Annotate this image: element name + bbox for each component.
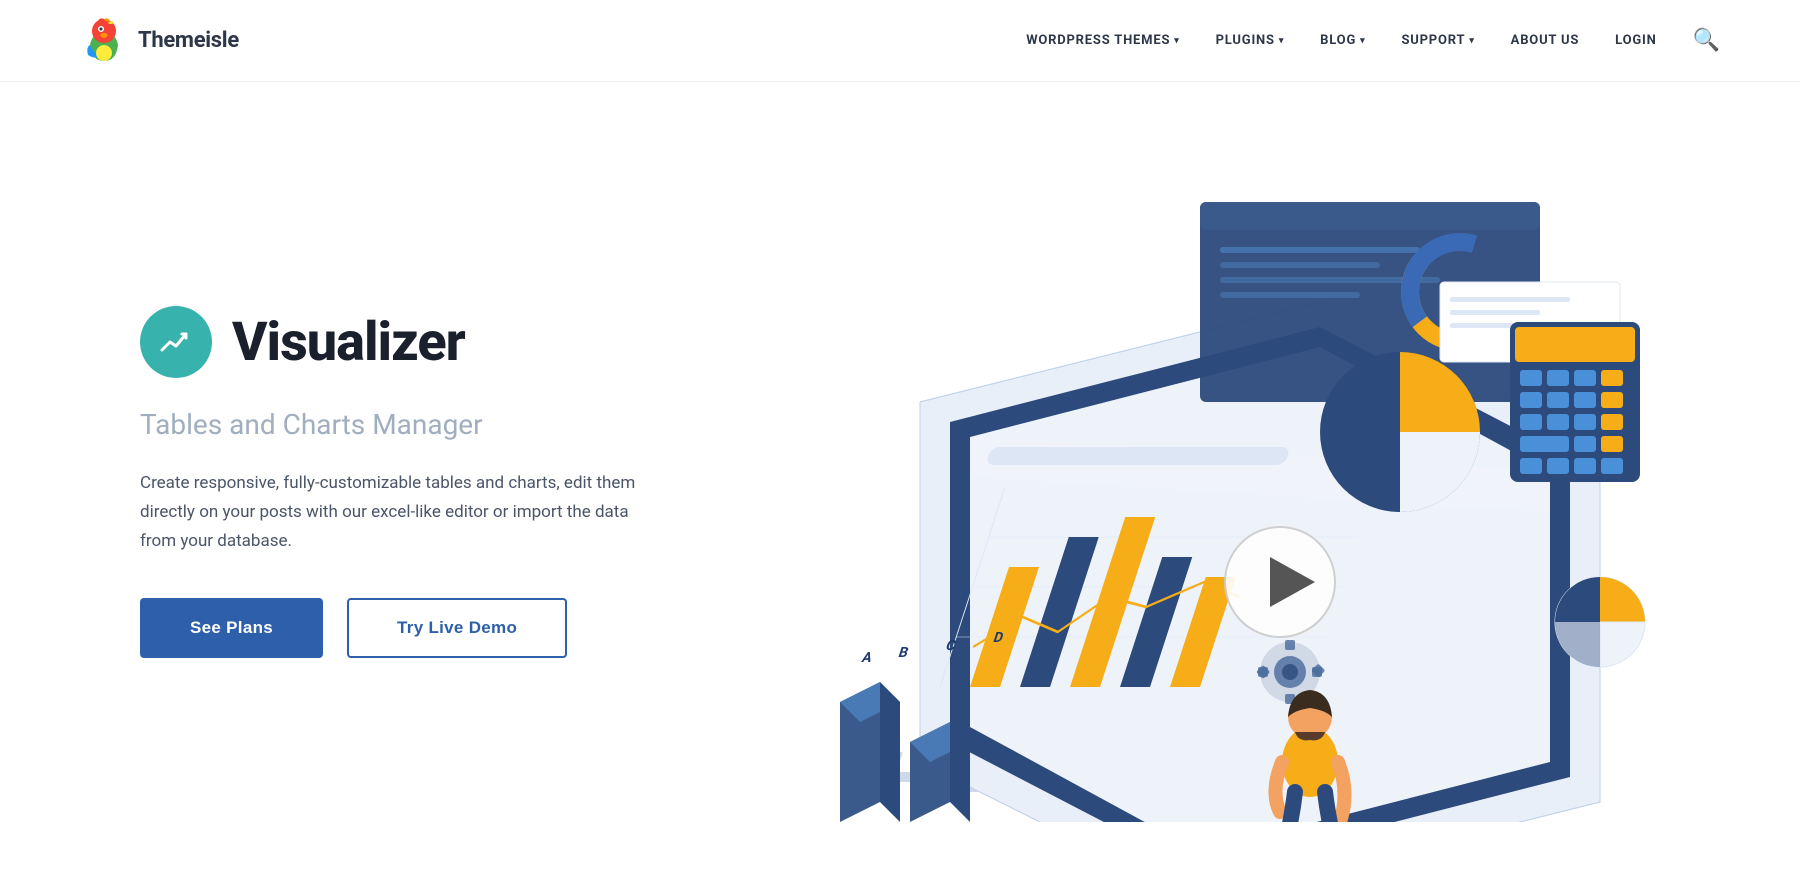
- chevron-down-icon: ▾: [1174, 36, 1179, 46]
- nav-support[interactable]: SUPPORT ▾: [1401, 33, 1474, 48]
- illustration-svg: A B C D: [760, 142, 1660, 822]
- hero-subtitle: Tables and Charts Manager: [140, 408, 700, 441]
- nav-about-us[interactable]: ABOUT US: [1511, 33, 1579, 48]
- nav-blog[interactable]: BLOG ▾: [1320, 33, 1365, 48]
- visualizer-icon-badge: [140, 306, 212, 378]
- hero-cta-buttons: See Plans Try Live Demo: [140, 598, 700, 658]
- nav-login[interactable]: LOGIN: [1615, 33, 1656, 48]
- svg-text:A: A: [860, 649, 875, 666]
- see-plans-button[interactable]: See Plans: [140, 598, 323, 658]
- isometric-illustration: A B C D: [760, 142, 1660, 822]
- hero-title: Visualizer: [232, 311, 465, 374]
- hero-illustration: A B C D: [700, 142, 1720, 822]
- nav-wordpress-themes[interactable]: WORDPRESS THEMES ▾: [1026, 33, 1179, 48]
- chart-line-icon: [158, 324, 194, 360]
- main-nav: WORDPRESS THEMES ▾ PLUGINS ▾ BLOG ▾ SUPP…: [1026, 28, 1720, 53]
- logo-text: Themeisle: [138, 28, 239, 53]
- chevron-down-icon: ▾: [1279, 36, 1284, 46]
- search-icon[interactable]: 🔍: [1693, 28, 1720, 53]
- try-live-demo-button[interactable]: Try Live Demo: [347, 598, 567, 658]
- svg-text:B: B: [896, 644, 910, 661]
- chevron-down-icon: ▾: [1469, 36, 1474, 46]
- nav-plugins[interactable]: PLUGINS ▾: [1216, 33, 1285, 48]
- hero-section: Visualizer Tables and Charts Manager Cre…: [0, 82, 1800, 882]
- header: Themeisle WORDPRESS THEMES ▾ PLUGINS ▾ B…: [0, 0, 1800, 82]
- hero-title-row: Visualizer: [140, 306, 700, 378]
- hero-content: Visualizer Tables and Charts Manager Cre…: [140, 306, 700, 658]
- logo-icon: [80, 17, 128, 65]
- hero-description: Create responsive, fully-customizable ta…: [140, 469, 660, 556]
- logo[interactable]: Themeisle: [80, 17, 239, 65]
- chevron-down-icon: ▾: [1360, 36, 1365, 46]
